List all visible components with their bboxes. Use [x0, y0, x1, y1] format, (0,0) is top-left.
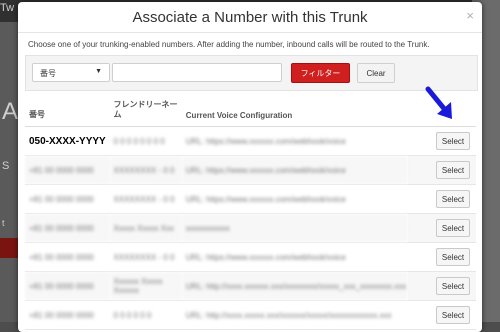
- phone-number: +81 00 0000 0000: [25, 242, 110, 272]
- table-row: +81 00 0000 0000 0 0 0 0 0 0 URL: http:/…: [25, 300, 476, 330]
- table-row: 050-XXXX-YYYY 0 0 0 0 0 0 0 0 URL: https…: [25, 126, 476, 156]
- background-text-2: t: [2, 218, 5, 228]
- intro-text: Choose one of your trunking-enabled numb…: [28, 40, 430, 49]
- clear-button[interactable]: Clear: [357, 63, 395, 83]
- voice-config: URL: https://www.xxxxxx.com/webhook/voic…: [181, 126, 409, 156]
- modal-title: Associate a Number with this Trunk: [132, 9, 368, 26]
- filter-field-select[interactable]: 番号 ▼: [32, 63, 110, 82]
- chevron-down-icon: ▼: [95, 68, 102, 75]
- voice-config: URL: https://www.xxxxxx.com/webhook/voic…: [181, 242, 409, 272]
- background-red-button: [0, 238, 18, 258]
- table-header-row: 番号 フレンドリーネーム Current Voice Configuration: [25, 89, 476, 127]
- header-friendly-name[interactable]: フレンドリーネーム: [109, 89, 182, 127]
- header-voice-config[interactable]: Current Voice Configuration: [181, 89, 409, 127]
- voice-config: URL: https://www.xxxxxx.com/webhook/voic…: [181, 184, 409, 214]
- voice-config: xxxxxxxxxxx: [181, 213, 409, 243]
- voice-config: URL: http://xxxx.xxxxx.xxx/xxxxxx/xxxxx/…: [181, 300, 409, 330]
- search-input[interactable]: [112, 63, 282, 82]
- background-logo-text: Tw: [0, 2, 15, 14]
- table-row: +81 00 0000 0000 XXXXXXXX - 0 0 URL: htt…: [25, 184, 476, 214]
- select-button[interactable]: Select: [436, 277, 470, 295]
- background-text: S: [2, 160, 10, 172]
- select-button[interactable]: Select: [436, 132, 470, 150]
- filter-bar: 番号 ▼ フィルター Clear: [25, 55, 478, 91]
- close-icon[interactable]: ×: [466, 8, 474, 23]
- voice-config: URL: https://www.xxxxxx.com/webhook/voic…: [181, 155, 409, 185]
- phone-number: +81 00 0000 0000: [25, 155, 110, 185]
- numbers-table: 番号 フレンドリーネーム Current Voice Configuration…: [25, 89, 476, 330]
- friendly-name: Xxxxxx Xxxxx Xxxxxx: [109, 271, 182, 301]
- header-number[interactable]: 番号: [25, 89, 110, 127]
- phone-number: +81 00 0000 0000: [25, 271, 110, 301]
- select-button[interactable]: Select: [436, 306, 470, 324]
- voice-config: URL: http://xxxx.xxxxxx.xxx/xxxxxxxx/xxx…: [181, 271, 409, 301]
- friendly-name: 0 0 0 0 0 0: [109, 300, 182, 330]
- phone-number: 050-XXXX-YYYY: [25, 126, 110, 156]
- background-heading: A: [2, 98, 19, 125]
- associate-number-modal: Associate a Number with this Trunk × Cho…: [18, 2, 482, 332]
- friendly-name: XXXXXXXX - 0 0: [109, 242, 182, 272]
- annotation-arrow-icon: [425, 86, 452, 119]
- table-row: +81 00 0000 0000 XXXXXXXX - 0 0 URL: htt…: [25, 155, 476, 185]
- friendly-name: Xxxxx Xxxxx Xxx: [109, 213, 182, 243]
- phone-number: +81 00 0000 0000: [25, 300, 110, 330]
- phone-number: +81 00 0000 0000: [25, 213, 110, 243]
- phone-number: +81 00 0000 0000: [25, 184, 110, 214]
- friendly-name: XXXXXXXX - 0 0: [109, 184, 182, 214]
- modal-header: Associate a Number with this Trunk ×: [18, 2, 482, 33]
- filter-button[interactable]: フィルター: [291, 63, 350, 83]
- select-button[interactable]: Select: [436, 161, 470, 179]
- friendly-name: XXXXXXXX - 0 0: [109, 155, 182, 185]
- table-row: +81 00 0000 0000 XXXXXXXX - 0 0 URL: htt…: [25, 242, 476, 272]
- table-row: +81 00 0000 0000 Xxxxx Xxxxx Xxx xxxxxxx…: [25, 213, 476, 243]
- friendly-name: 0 0 0 0 0 0 0 0: [109, 126, 182, 156]
- select-button[interactable]: Select: [436, 190, 470, 208]
- select-button[interactable]: Select: [436, 248, 470, 266]
- filter-field-label: 番号: [40, 69, 56, 78]
- table-row: +81 00 0000 0000 Xxxxxx Xxxxx Xxxxxx URL…: [25, 271, 476, 301]
- select-button[interactable]: Select: [436, 219, 470, 237]
